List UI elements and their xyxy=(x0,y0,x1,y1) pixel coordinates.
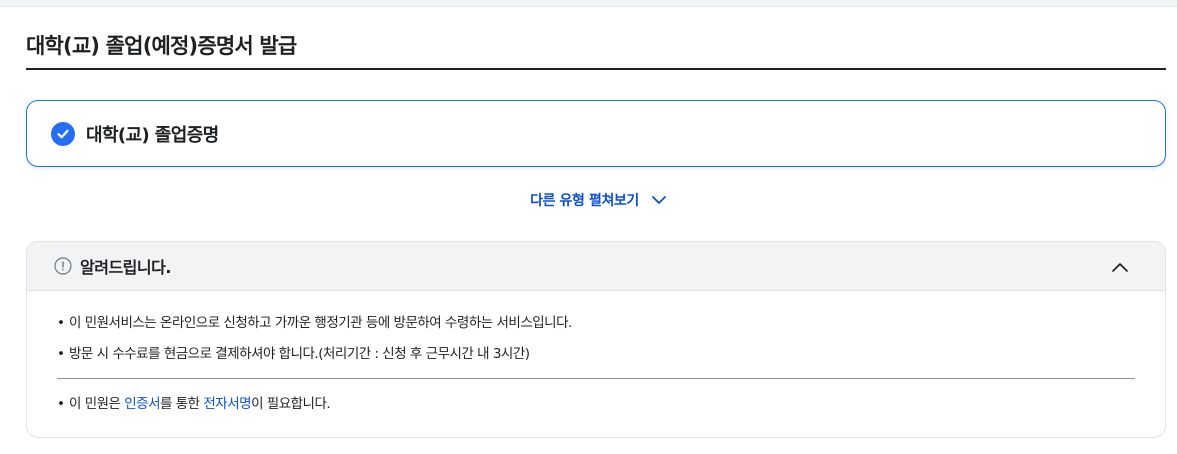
exclamation-circle-icon xyxy=(54,257,72,275)
notice-title: 알려드립니다. xyxy=(80,258,171,277)
digital-signature-link[interactable]: 전자서명 xyxy=(203,396,251,412)
chevron-down-icon xyxy=(651,195,667,205)
check-circle-icon xyxy=(51,121,75,146)
list-item: • 방문 시 수수료를 현금으로 결제하셔야 합니다.(처리기간 : 신청 후 … xyxy=(57,344,1135,364)
bullet-dot: • xyxy=(57,346,65,362)
certificate-link[interactable]: 인증서 xyxy=(124,396,160,412)
selected-type-label: 대학(교) 졸업증명 xyxy=(86,124,219,146)
cert-note-prefix: 이 민원은 xyxy=(69,396,125,412)
notice-panel: 알려드립니다. • 이 민원서비스는 온라인으로 신청하고 가까운 행정기관 등… xyxy=(26,241,1166,438)
page-title: 대학(교) 졸업(예정)증명서 발급 xyxy=(26,34,297,58)
notice-header[interactable]: 알려드립니다. xyxy=(27,242,1165,291)
cert-note-text: 이 민원은 인증서를 통한 전자서명이 필요합니다. xyxy=(69,394,331,414)
list-item: • 이 민원은 인증서를 통한 전자서명이 필요합니다. xyxy=(57,394,1135,414)
title-divider xyxy=(26,68,1166,70)
bullet-dot: • xyxy=(57,315,65,331)
notice-divider xyxy=(57,378,1135,379)
selected-certificate-type[interactable]: 대학(교) 졸업증명 xyxy=(26,100,1166,167)
chevron-up-icon[interactable] xyxy=(1109,258,1131,276)
expand-other-types-label: 다른 유형 펼쳐보기 xyxy=(530,193,639,209)
cert-note-middle: 를 통한 xyxy=(160,396,204,412)
notice-body: • 이 민원서비스는 온라인으로 신청하고 가까운 행정기관 등에 방문하여 수… xyxy=(27,291,1165,414)
cert-note-suffix: 이 필요합니다. xyxy=(251,396,331,412)
bullet-dot: • xyxy=(57,396,65,412)
top-strip xyxy=(0,0,1177,7)
notice-item-text: 방문 시 수수료를 현금으로 결제하셔야 합니다.(처리기간 : 신청 후 근무… xyxy=(69,346,530,362)
list-item: • 이 민원서비스는 온라인으로 신청하고 가까운 행정기관 등에 방문하여 수… xyxy=(57,313,1135,333)
expand-other-types-button[interactable]: 다른 유형 펼쳐보기 xyxy=(0,188,1177,212)
notice-item-text: 이 민원서비스는 온라인으로 신청하고 가까운 행정기관 등에 방문하여 수령하… xyxy=(69,315,572,331)
